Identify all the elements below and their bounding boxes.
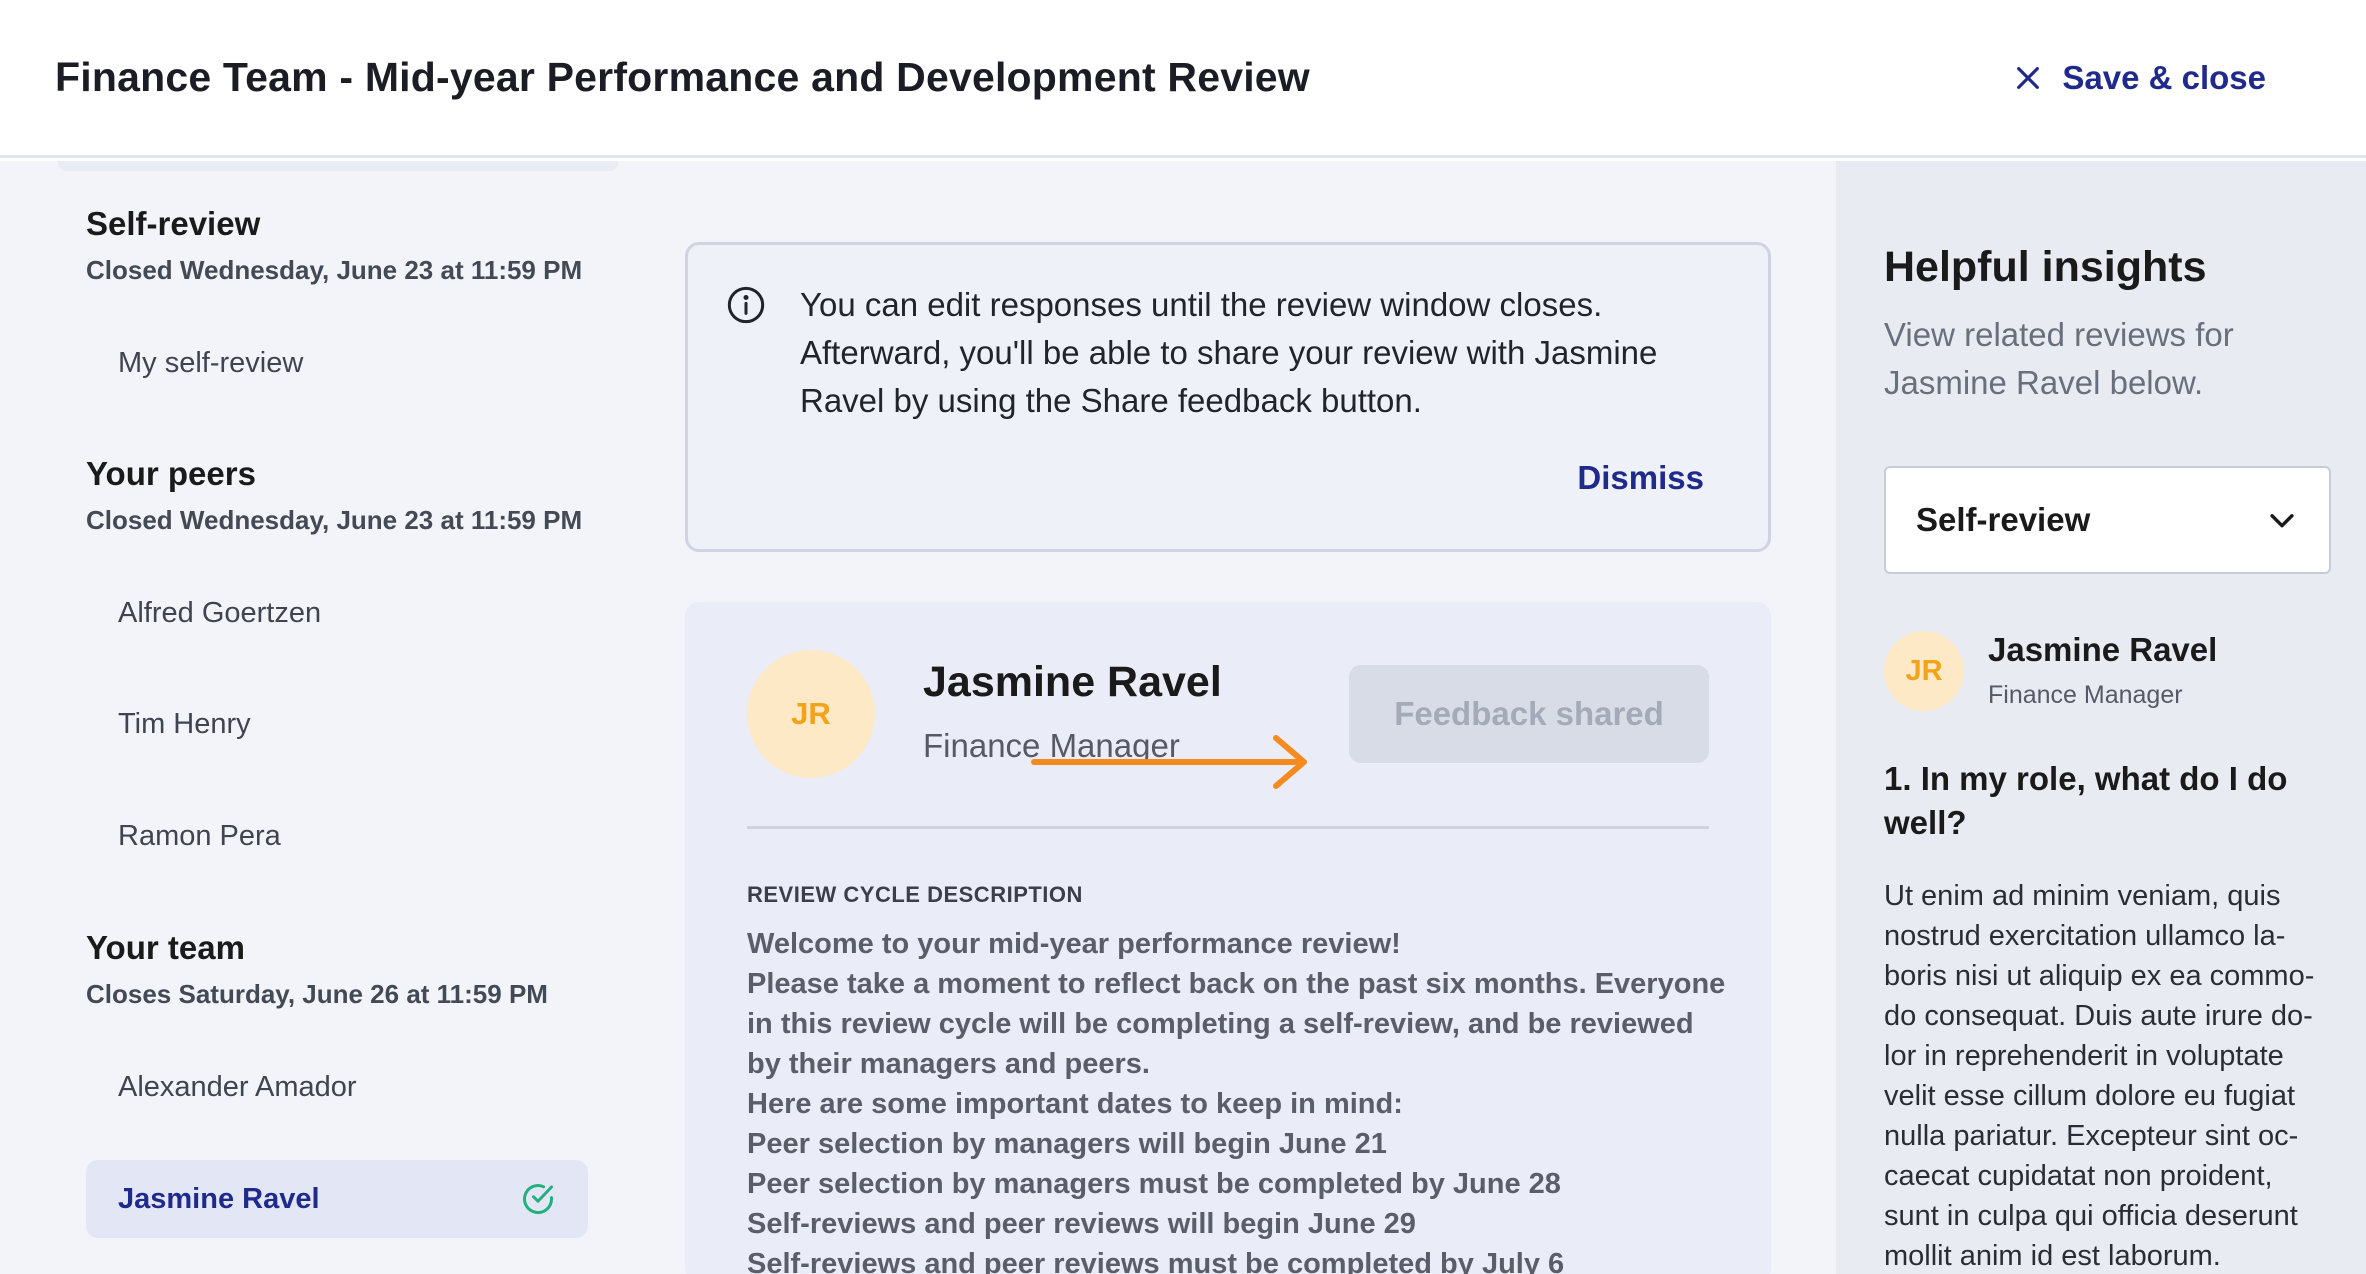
top-header: Finance Team - Mid-year Performance and … bbox=[0, 0, 2366, 158]
sidebar-scroll-edge bbox=[58, 161, 618, 171]
info-notice: You can edit responses until the review … bbox=[685, 242, 1771, 552]
review-sidebar: Self-review Closed Wednesday, June 23 at… bbox=[0, 161, 640, 1274]
save-close-button[interactable]: Save & close bbox=[2012, 59, 2266, 97]
description-line: Please take a moment to reflect back on … bbox=[747, 968, 1726, 1000]
main-panel: You can edit responses until the review … bbox=[640, 161, 1836, 1274]
sidebar-item-label: Tim Henry bbox=[118, 707, 251, 740]
notice-text: You can edit responses until the review … bbox=[800, 281, 1700, 425]
sidebar-item-alexander-amador[interactable]: Alexander Amador bbox=[86, 1048, 588, 1126]
notice-line: Afterward, you'll be able to share your … bbox=[800, 334, 1658, 371]
review-type-select[interactable]: Self-review bbox=[1884, 466, 2331, 574]
group-title: Your team bbox=[86, 929, 245, 966]
group-title: Self-review bbox=[86, 205, 261, 242]
avatar: JR bbox=[747, 650, 875, 778]
group-deadline: Closed Wednesday, June 23 at 11:59 PM bbox=[86, 505, 583, 535]
select-value: Self-review bbox=[1916, 501, 2091, 538]
page-title: Finance Team - Mid-year Performance and … bbox=[55, 54, 1310, 100]
answer-line: mollit anim id est laborum. bbox=[1884, 1240, 2221, 1272]
close-icon bbox=[2017, 66, 2040, 89]
group-your-team: Your team Closes Saturday, June 26 at 11… bbox=[86, 929, 606, 1010]
reviewer-role: Finance Manager bbox=[1988, 681, 2183, 709]
subtitle-line: Jasmine Ravel below. bbox=[1884, 364, 2204, 401]
sidebar-item-alfred-goertzen[interactable]: Alfred Goertzen bbox=[86, 574, 588, 652]
insights-subtitle: View related reviews for Jasmine Ravel b… bbox=[1884, 311, 2314, 407]
review-question: 1. In my role, what do I do well? bbox=[1884, 757, 2314, 845]
sidebar-item-my-self-review[interactable]: My self-review bbox=[86, 324, 588, 402]
insights-title: Helpful insights bbox=[1884, 243, 2207, 291]
avatar: JR bbox=[1884, 631, 1964, 711]
review-cycle-description: Welcome to your mid-year performance rev… bbox=[747, 924, 1726, 1274]
sidebar-item-label: My self-review bbox=[118, 346, 304, 379]
sidebar-item-label: Jasmine Ravel bbox=[118, 1182, 320, 1215]
info-icon bbox=[727, 286, 765, 324]
answer-line: lor in reprehenderit in voluptate bbox=[1884, 1040, 2284, 1072]
description-line: Peer selection by managers will begin Ju… bbox=[747, 1128, 1387, 1160]
insights-panel: Helpful insights View related reviews fo… bbox=[1836, 161, 2366, 1274]
answer-line: nulla pariatur. Excepteur sint oc- bbox=[1884, 1120, 2299, 1152]
check-circle-icon bbox=[523, 1184, 553, 1214]
review-answer: Ut enim ad minim veniam, quis nostrud ex… bbox=[1884, 876, 2334, 1274]
dismiss-button[interactable]: Dismiss bbox=[1577, 459, 1704, 497]
sidebar-item-ramon-pera[interactable]: Ramon Pera bbox=[86, 797, 588, 875]
group-title: Your peers bbox=[86, 455, 256, 492]
profile-card: JR Jasmine Ravel Finance Manager Feedbac… bbox=[685, 602, 1771, 1274]
answer-line: caecat cupidatat non proident, bbox=[1884, 1160, 2273, 1192]
description-label: REVIEW CYCLE DESCRIPTION bbox=[747, 882, 1083, 907]
notice-line: Ravel by using the Share feedback button… bbox=[800, 382, 1422, 419]
sidebar-item-tim-henry[interactable]: Tim Henry bbox=[86, 685, 588, 763]
description-line: Self-reviews and peer reviews will begin… bbox=[747, 1208, 1416, 1240]
group-self-review: Self-review Closed Wednesday, June 23 at… bbox=[86, 205, 606, 286]
answer-line: boris nisi ut aliquip ex ea commo- bbox=[1884, 960, 2315, 992]
reviewer-name: Jasmine Ravel bbox=[1988, 631, 2218, 668]
profile-name: Jasmine Ravel bbox=[923, 658, 1222, 706]
answer-line: velit esse cillum dolore eu fugiat bbox=[1884, 1080, 2296, 1112]
sidebar-item-label: Alexander Amador bbox=[118, 1070, 357, 1103]
group-your-peers: Your peers Closed Wednesday, June 23 at … bbox=[86, 455, 606, 536]
answer-line: sunt in culpa qui officia deserunt bbox=[1884, 1200, 2298, 1232]
chevron-down-icon bbox=[2270, 514, 2294, 528]
description-line: Self-reviews and peer reviews must be co… bbox=[747, 1248, 1565, 1274]
group-deadline: Closed Wednesday, June 23 at 11:59 PM bbox=[86, 255, 583, 285]
answer-line: Ut enim ad minim veniam, quis bbox=[1884, 880, 2281, 912]
description-line: Peer selection by managers must be compl… bbox=[747, 1168, 1561, 1200]
description-line: by their managers and peers. bbox=[747, 1048, 1150, 1080]
question-line: well? bbox=[1884, 804, 1967, 841]
group-deadline: Closes Saturday, June 26 at 11:59 PM bbox=[86, 979, 548, 1009]
feedback-shared-button[interactable]: Feedback shared bbox=[1349, 665, 1709, 763]
description-line: Welcome to your mid-year performance rev… bbox=[747, 928, 1401, 960]
subtitle-line: View related reviews for bbox=[1884, 316, 2234, 353]
answer-line: nostrud exercitation ullamco la- bbox=[1884, 920, 2286, 952]
sidebar-item-label: Ramon Pera bbox=[118, 819, 281, 852]
annotation-arrow-icon bbox=[1031, 735, 1307, 789]
description-line: in this review cycle will be completing … bbox=[747, 1008, 1694, 1040]
divider bbox=[747, 826, 1709, 829]
question-line: 1. In my role, what do I do bbox=[1884, 760, 2288, 797]
description-line: Here are some important dates to keep in… bbox=[747, 1088, 1403, 1120]
save-close-label: Save & close bbox=[2062, 58, 2266, 96]
notice-line: You can edit responses until the review … bbox=[800, 286, 1603, 323]
answer-line: do consequat. Duis aute irure do- bbox=[1884, 1000, 2313, 1032]
sidebar-item-jasmine-ravel[interactable]: Jasmine Ravel bbox=[86, 1160, 588, 1238]
sidebar-item-label: Alfred Goertzen bbox=[118, 596, 322, 629]
